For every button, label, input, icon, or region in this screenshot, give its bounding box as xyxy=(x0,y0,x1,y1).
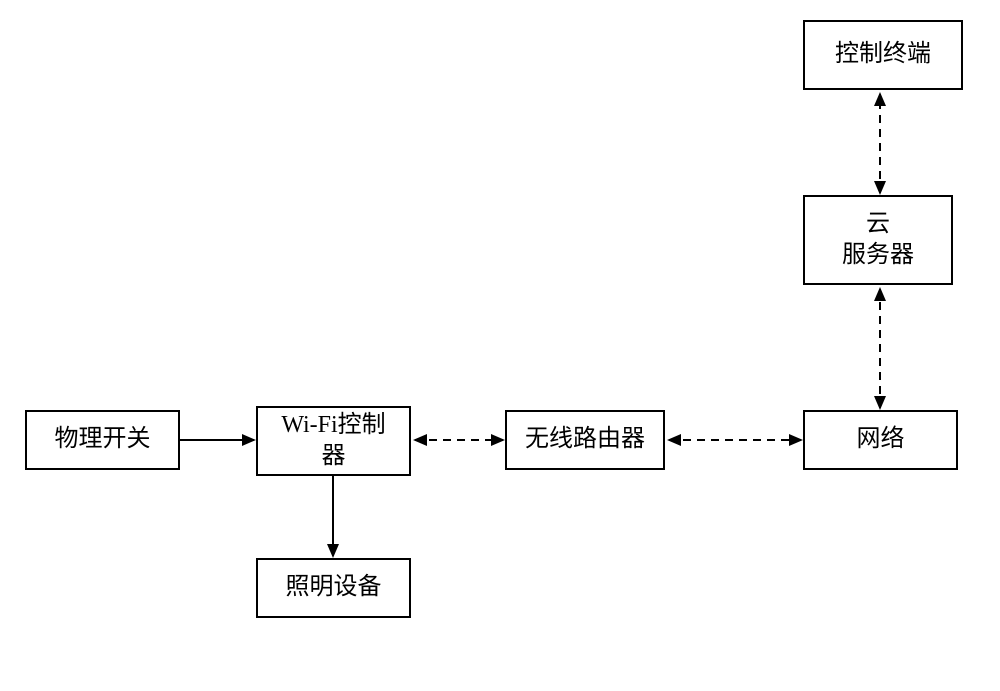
diagram-arrows xyxy=(0,0,1000,691)
box-wifi-controller: Wi-Fi控制 器 xyxy=(256,406,411,476)
label-physical-switch: 物理开关 xyxy=(55,424,151,455)
box-control-terminal: 控制终端 xyxy=(803,20,963,90)
box-network: 网络 xyxy=(803,410,958,470)
label-lighting-device: 照明设备 xyxy=(286,572,382,603)
label-network: 网络 xyxy=(857,424,905,455)
label-control-terminal: 控制终端 xyxy=(835,39,931,70)
box-wireless-router: 无线路由器 xyxy=(505,410,665,470)
box-lighting-device: 照明设备 xyxy=(256,558,411,618)
label-wireless-router: 无线路由器 xyxy=(525,424,645,455)
label-wifi-controller: Wi-Fi控制 器 xyxy=(281,410,385,472)
label-cloud-server: 云 服务器 xyxy=(842,209,914,271)
box-cloud-server: 云 服务器 xyxy=(803,195,953,285)
box-physical-switch: 物理开关 xyxy=(25,410,180,470)
